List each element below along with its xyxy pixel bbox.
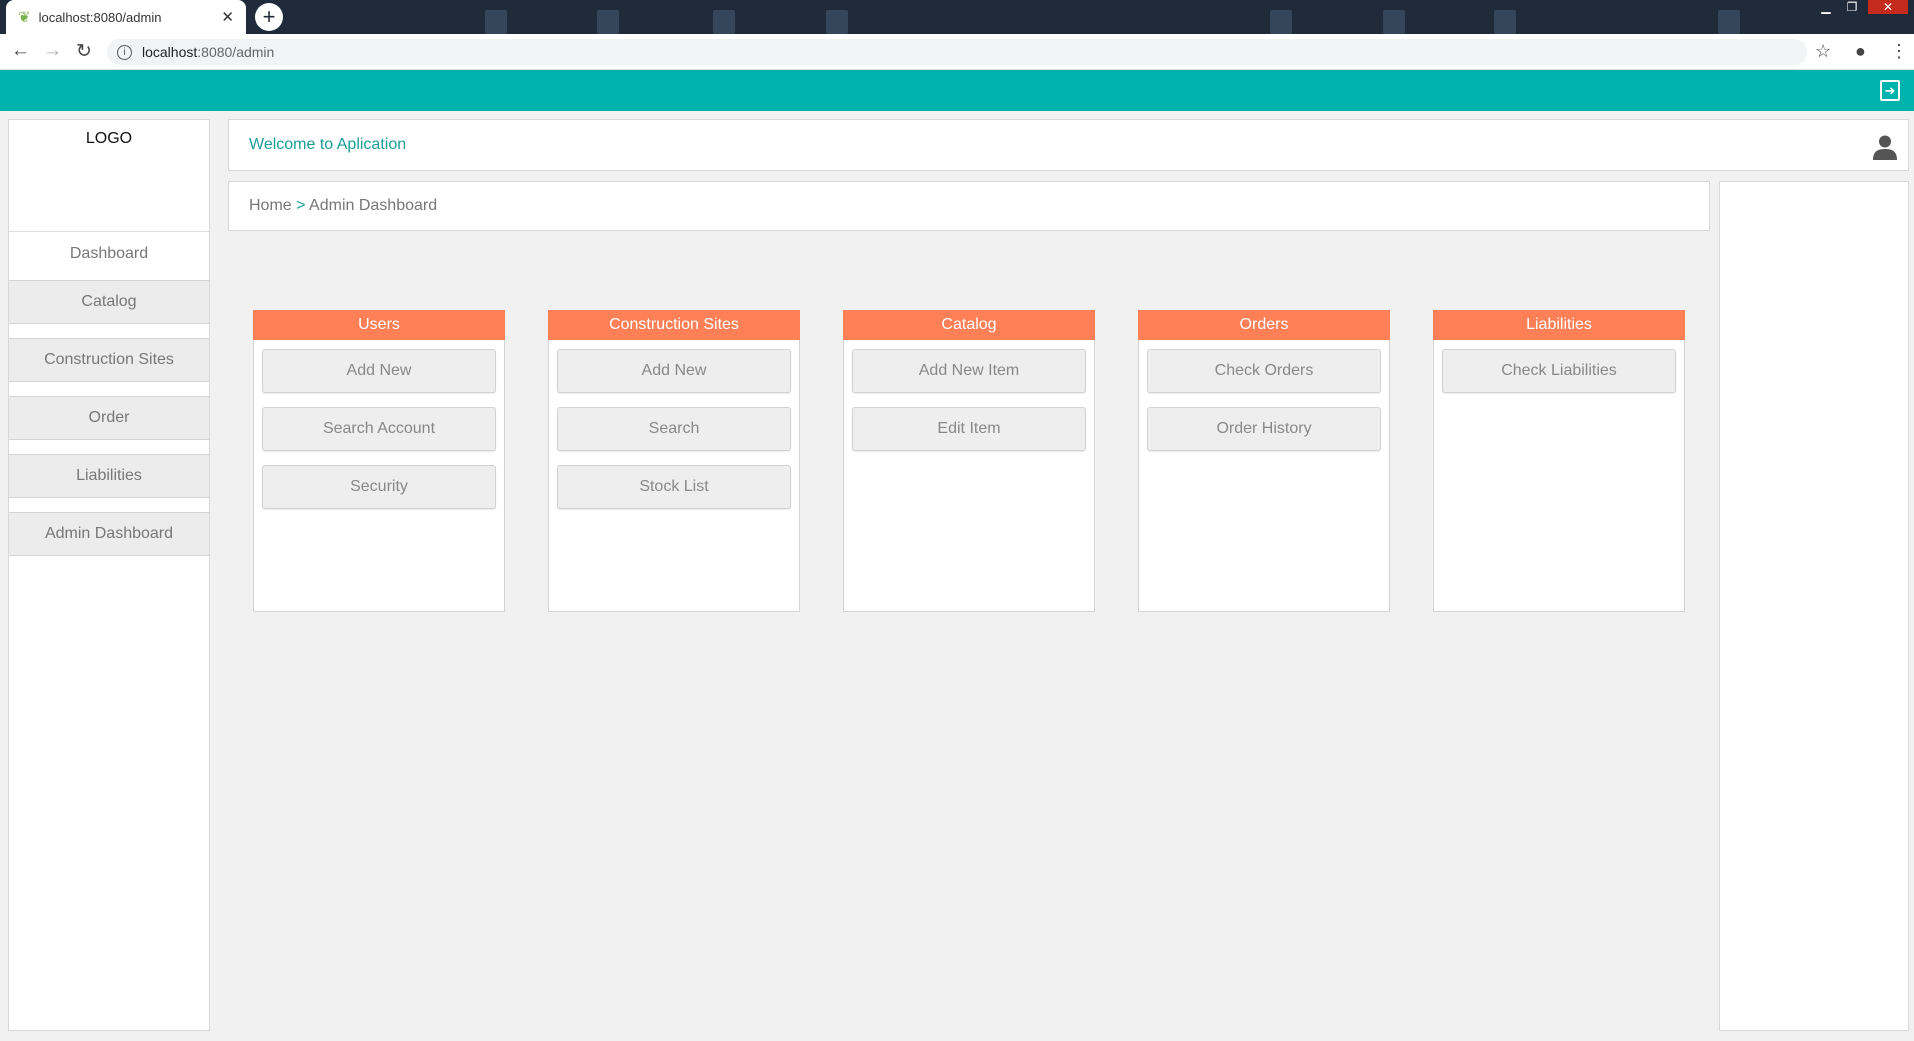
users-card: Users Add New Search Account Security	[253, 310, 505, 612]
browser-tab-strip: ❦ localhost:8080/admin ✕ + ▁ ❐ ✕	[0, 0, 1914, 34]
stock-list-button[interactable]: Stock List	[557, 465, 791, 509]
search-account-button[interactable]: Search Account	[262, 407, 496, 451]
orders-card: Orders Check Orders Order History	[1138, 310, 1390, 612]
right-panel	[1719, 181, 1909, 1031]
desktop-icon	[1718, 10, 1740, 34]
app-top-bar: ➜	[0, 70, 1914, 111]
desktop-icon	[713, 10, 735, 34]
sidebar-item-dashboard[interactable]: Dashboard	[9, 232, 209, 276]
restore-icon[interactable]: ❐	[1841, 0, 1863, 14]
sidebar: LOGO Dashboard Catalog Construction Site…	[8, 119, 210, 1031]
tab-title: localhost:8080/admin	[38, 9, 162, 25]
new-tab-plus-icon[interactable]: +	[255, 3, 283, 31]
close-icon[interactable]: ✕	[221, 8, 234, 26]
url-field[interactable]: i localhost:8080/admin	[107, 39, 1807, 65]
card-header: Orders	[1138, 310, 1390, 340]
welcome-text: Welcome to Aplication	[249, 136, 407, 153]
logo: LOGO	[9, 120, 209, 232]
sidebar-item-admin-dashboard[interactable]: Admin Dashboard	[9, 512, 209, 556]
check-liabilities-button[interactable]: Check Liabilities	[1442, 349, 1676, 393]
logout-icon[interactable]: ➜	[1880, 80, 1900, 101]
url-path: :8080/admin	[197, 44, 275, 60]
sites-search-button[interactable]: Search	[557, 407, 791, 451]
desktop-icon	[1494, 10, 1516, 34]
info-icon[interactable]: i	[117, 44, 132, 60]
desktop-icon	[826, 10, 848, 34]
close-window-icon[interactable]: ✕	[1868, 0, 1908, 14]
breadcrumb-current: Admin Dashboard	[309, 197, 438, 214]
catalog-card: Catalog Add New Item Edit Item	[843, 310, 1095, 612]
browser-tab[interactable]: ❦ localhost:8080/admin ✕	[6, 0, 246, 34]
security-button[interactable]: Security	[262, 465, 496, 509]
card-header: Catalog	[843, 310, 1095, 340]
url-host: localhost	[142, 44, 198, 60]
edit-item-button[interactable]: Edit Item	[852, 407, 1086, 451]
users-add-new-button[interactable]: Add New	[262, 349, 496, 393]
card-header: Users	[253, 310, 505, 340]
address-bar: ← → ↻ i localhost:8080/admin ☆ ● ⋮	[0, 34, 1914, 70]
desktop-icon	[1383, 10, 1405, 34]
minimize-icon[interactable]: ▁	[1815, 0, 1837, 14]
sidebar-item-catalog[interactable]: Catalog	[9, 280, 209, 324]
desktop-icon	[485, 10, 507, 34]
user-icon[interactable]	[1872, 134, 1898, 160]
construction-sites-card: Construction Sites Add New Search Stock …	[548, 310, 800, 612]
desktop-icon	[597, 10, 619, 34]
welcome-header: Welcome to Aplication	[228, 119, 1909, 171]
sidebar-item-construction-sites[interactable]: Construction Sites	[9, 338, 209, 382]
sidebar-item-liabilities[interactable]: Liabilities	[9, 454, 209, 498]
add-new-item-button[interactable]: Add New Item	[852, 349, 1086, 393]
account-circle-icon[interactable]: ●	[1855, 41, 1866, 62]
back-arrow-icon[interactable]: ←	[11, 40, 30, 62]
order-history-button[interactable]: Order History	[1147, 407, 1381, 451]
star-icon[interactable]: ☆	[1815, 41, 1831, 62]
card-header: Construction Sites	[548, 310, 800, 340]
forward-arrow-icon[interactable]: →	[43, 40, 62, 62]
liabilities-card: Liabilities Check Liabilities	[1433, 310, 1685, 612]
sidebar-item-order[interactable]: Order	[9, 396, 209, 440]
url-text: localhost:8080/admin	[142, 44, 274, 60]
leaf-icon: ❦	[18, 9, 31, 26]
reload-icon[interactable]: ↻	[76, 40, 92, 63]
menu-dots-icon[interactable]: ⋮	[1890, 41, 1908, 62]
sites-add-new-button[interactable]: Add New	[557, 349, 791, 393]
breadcrumb-separator: >	[296, 197, 306, 214]
breadcrumb-home[interactable]: Home	[249, 197, 292, 214]
check-orders-button[interactable]: Check Orders	[1147, 349, 1381, 393]
breadcrumb: Home > Admin Dashboard	[228, 181, 1710, 231]
card-header: Liabilities	[1433, 310, 1685, 340]
desktop-icon	[1270, 10, 1292, 34]
